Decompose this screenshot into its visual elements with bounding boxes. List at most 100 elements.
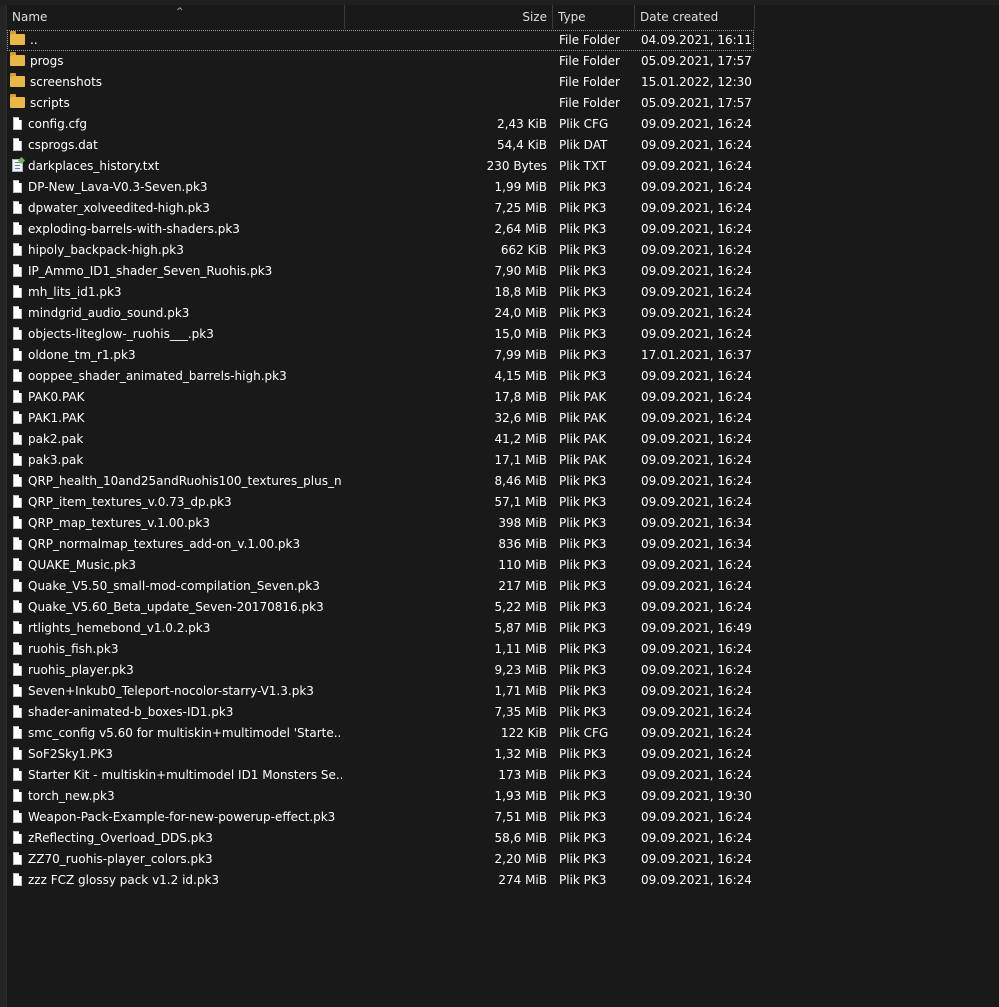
file-row[interactable]: dpwater_xolveedited-high.pk3 7,25 MiB Plik… <box>7 198 767 219</box>
file-date-created: 09.09.2021, 16:24 <box>641 663 752 677</box>
file-row[interactable]: QRP_item_textures_v.0.73_dp.pk3 57,1 MiB P… <box>7 492 767 513</box>
file-row[interactable]: PAK1.PAK 32,6 MiB Plik PAK 09.09.2021, 16:2… <box>7 408 767 429</box>
file-date-created: 09.09.2021, 16:24 <box>641 705 752 719</box>
file-row[interactable]: Starter Kit - multiskin+multimodel ID1 M… <box>7 765 767 786</box>
file-row[interactable]: smc_config v5.60 for multiskin+multimode… <box>7 723 767 744</box>
file-row[interactable]: exploding-barrels-with-shaders.pk3 2,64 M… <box>7 219 767 240</box>
file-icon <box>13 579 22 592</box>
file-type: Plik PK3 <box>559 285 607 299</box>
file-name: pak2.pak <box>28 432 84 446</box>
file-row[interactable]: QRP_normalmap_textures_add-on_v.1.00.pk3… <box>7 534 767 555</box>
file-row[interactable]: QRP_health_10and25andRuohis100_textures_… <box>7 471 767 492</box>
file-row[interactable]: QUAKE_Music.pk3 110 MiB Plik PK3 09.09.2021… <box>7 555 767 576</box>
file-type: Plik PAK <box>559 453 607 467</box>
file-row[interactable]: mh_lits_id1.pk3 18,8 MiB Plik PK3 09.09.202… <box>7 282 767 303</box>
folder-row[interactable]: progs File Folder 05.09.2021, 17:57 <box>7 51 767 72</box>
file-name-cell: QRP_map_textures_v.1.00.pk3 <box>10 513 342 534</box>
file-row[interactable]: zzz FCZ glossy pack v1.2 id.pk3 274 MiB Pl… <box>7 870 767 891</box>
file-size: 2,20 MiB <box>494 852 547 866</box>
file-type: Plik PK3 <box>559 789 607 803</box>
file-row[interactable]: ZZ70_ruohis-player_colors.pk3 2,20 MiB Pli… <box>7 849 767 870</box>
file-icon <box>13 747 22 760</box>
file-row[interactable]: zReflecting_Overload_DDS.pk3 58,6 MiB Plik… <box>7 828 767 849</box>
folder-row[interactable]: screenshots File Folder 15.01.2022, 12:30 <box>7 72 767 93</box>
column-header-name[interactable]: Name ^ <box>7 5 345 29</box>
column-header-date-created[interactable]: Date created <box>635 5 755 29</box>
file-date-created: 09.09.2021, 16:24 <box>641 327 752 341</box>
file-icon <box>13 558 22 571</box>
folder-row[interactable]: .. File Folder 04.09.2021, 16:11 <box>7 30 754 51</box>
file-row[interactable]: IP_Ammo_ID1_shader_Seven_Ruohis.pk3 7,90 … <box>7 261 767 282</box>
file-size: 7,99 MiB <box>494 348 547 362</box>
file-date-created: 17.01.2021, 16:37 <box>641 348 752 362</box>
file-icon <box>13 642 22 655</box>
file-name: ruohis_fish.pk3 <box>28 642 119 656</box>
file-icon <box>13 285 22 298</box>
file-row[interactable]: torch_new.pk3 1,93 MiB Plik PK3 09.09.2021,… <box>7 786 767 807</box>
file-row[interactable]: SoF2Sky1.PK3 1,32 MiB Plik PK3 09.09.2021, … <box>7 744 767 765</box>
file-type: Plik PK3 <box>559 201 607 215</box>
file-date-created: 04.09.2021, 16:11 <box>641 33 752 47</box>
file-row[interactable]: config.cfg 2,43 KiB Plik CFG 09.09.2021, 16… <box>7 114 767 135</box>
file-row[interactable]: ruohis_fish.pk3 1,11 MiB Plik PK3 09.09.202… <box>7 639 767 660</box>
file-name-cell: progs <box>10 51 342 72</box>
file-type: Plik PK3 <box>559 768 607 782</box>
file-row[interactable]: csprogs.dat 54,4 KiB Plik DAT 09.09.2021, 1… <box>7 135 767 156</box>
file-row[interactable]: Weapon-Pack-Example-for-new-powerup-effe… <box>7 807 767 828</box>
file-size: 24,0 MiB <box>494 306 547 320</box>
file-row[interactable]: ooppee_shader_animated_barrels-high.pk3 4… <box>7 366 767 387</box>
file-name-cell: Starter Kit - multiskin+multimodel ID1 M… <box>10 765 342 786</box>
file-name-cell: .. <box>10 30 342 51</box>
file-row[interactable]: mindgrid_audio_sound.pk3 24,0 MiB Plik PK3… <box>7 303 767 324</box>
file-name: exploding-barrels-with-shaders.pk3 <box>28 222 240 236</box>
file-row[interactable]: ruohis_player.pk3 9,23 MiB Plik PK3 09.09.2… <box>7 660 767 681</box>
file-name-cell: hipoly_backpack-high.pk3 <box>10 240 342 261</box>
folder-row[interactable]: scripts File Folder 05.09.2021, 17:57 <box>7 93 767 114</box>
file-name: shader-animated-b_boxes-ID1.pk3 <box>28 705 234 719</box>
column-header-type[interactable]: Type <box>553 5 635 29</box>
file-icon <box>13 180 22 193</box>
file-row[interactable]: Quake_V5.60_Beta_update_Seven-20170816.p… <box>7 597 767 618</box>
file-date-created: 09.09.2021, 16:24 <box>641 432 752 446</box>
text-file-icon <box>12 159 23 172</box>
file-row[interactable]: shader-animated-b_boxes-ID1.pk3 7,35 MiB P… <box>7 702 767 723</box>
file-size: 7,51 MiB <box>494 810 547 824</box>
file-row[interactable]: hipoly_backpack-high.pk3 662 KiB Plik PK3 0… <box>7 240 767 261</box>
file-name-cell: PAK0.PAK <box>10 387 342 408</box>
file-row[interactable]: DP-New_Lava-V0.3-Seven.pk3 1,99 MiB Plik P… <box>7 177 767 198</box>
file-row[interactable]: darkplaces_history.txt 230 Bytes Plik TXT 0… <box>7 156 767 177</box>
file-size: 274 MiB <box>498 873 547 887</box>
file-name: .. <box>30 33 38 47</box>
file-icon <box>13 663 22 676</box>
file-row[interactable]: PAK0.PAK 17,8 MiB Plik PAK 09.09.2021, 16:2… <box>7 387 767 408</box>
file-size: 5,22 MiB <box>494 600 547 614</box>
file-name-cell: DP-New_Lava-V0.3-Seven.pk3 <box>10 177 342 198</box>
file-size: 7,90 MiB <box>494 264 547 278</box>
file-row[interactable]: Seven+Inkub0_Teleport-nocolor-starry-V1.… <box>7 681 767 702</box>
file-name: QRP_health_10and25andRuohis100_textures_… <box>28 474 342 488</box>
file-size: 57,1 MiB <box>494 495 547 509</box>
file-date-created: 09.09.2021, 16:24 <box>641 159 752 173</box>
file-icon <box>13 138 22 151</box>
file-name-cell: Weapon-Pack-Example-for-new-powerup-effe… <box>10 807 342 828</box>
file-row[interactable]: oldone_tm_r1.pk3 7,99 MiB Plik PK3 17.01.20… <box>7 345 767 366</box>
file-date-created: 15.01.2022, 12:30 <box>641 75 752 89</box>
file-size: 398 MiB <box>498 516 547 530</box>
file-size: 15,0 MiB <box>494 327 547 341</box>
file-date-created: 09.09.2021, 16:24 <box>641 264 752 278</box>
file-row[interactable]: rtlights_hemebond_v1.0.2.pk3 5,87 MiB Plik… <box>7 618 767 639</box>
file-row[interactable]: pak2.pak 41,2 MiB Plik PAK 09.09.2021, 16:2… <box>7 429 767 450</box>
file-name-cell: objects-liteglow-_ruohis___.pk3 <box>10 324 342 345</box>
file-date-created: 05.09.2021, 17:57 <box>641 54 752 68</box>
file-icon <box>13 516 22 529</box>
file-size: 173 MiB <box>498 768 547 782</box>
file-row[interactable]: QRP_map_textures_v.1.00.pk3 398 MiB Plik P… <box>7 513 767 534</box>
file-name-cell: screenshots <box>10 72 342 93</box>
column-header-size[interactable]: Size <box>345 5 553 29</box>
file-row[interactable]: objects-liteglow-_ruohis___.pk3 15,0 MiB P… <box>7 324 767 345</box>
file-row[interactable]: pak3.pak 17,1 MiB Plik PAK 09.09.2021, 16:2… <box>7 450 767 471</box>
file-name: pak3.pak <box>28 453 84 467</box>
file-date-created: 09.09.2021, 16:24 <box>641 138 752 152</box>
file-row[interactable]: Quake_V5.50_small-mod-compilation_Seven.… <box>7 576 767 597</box>
file-icon <box>13 873 22 886</box>
